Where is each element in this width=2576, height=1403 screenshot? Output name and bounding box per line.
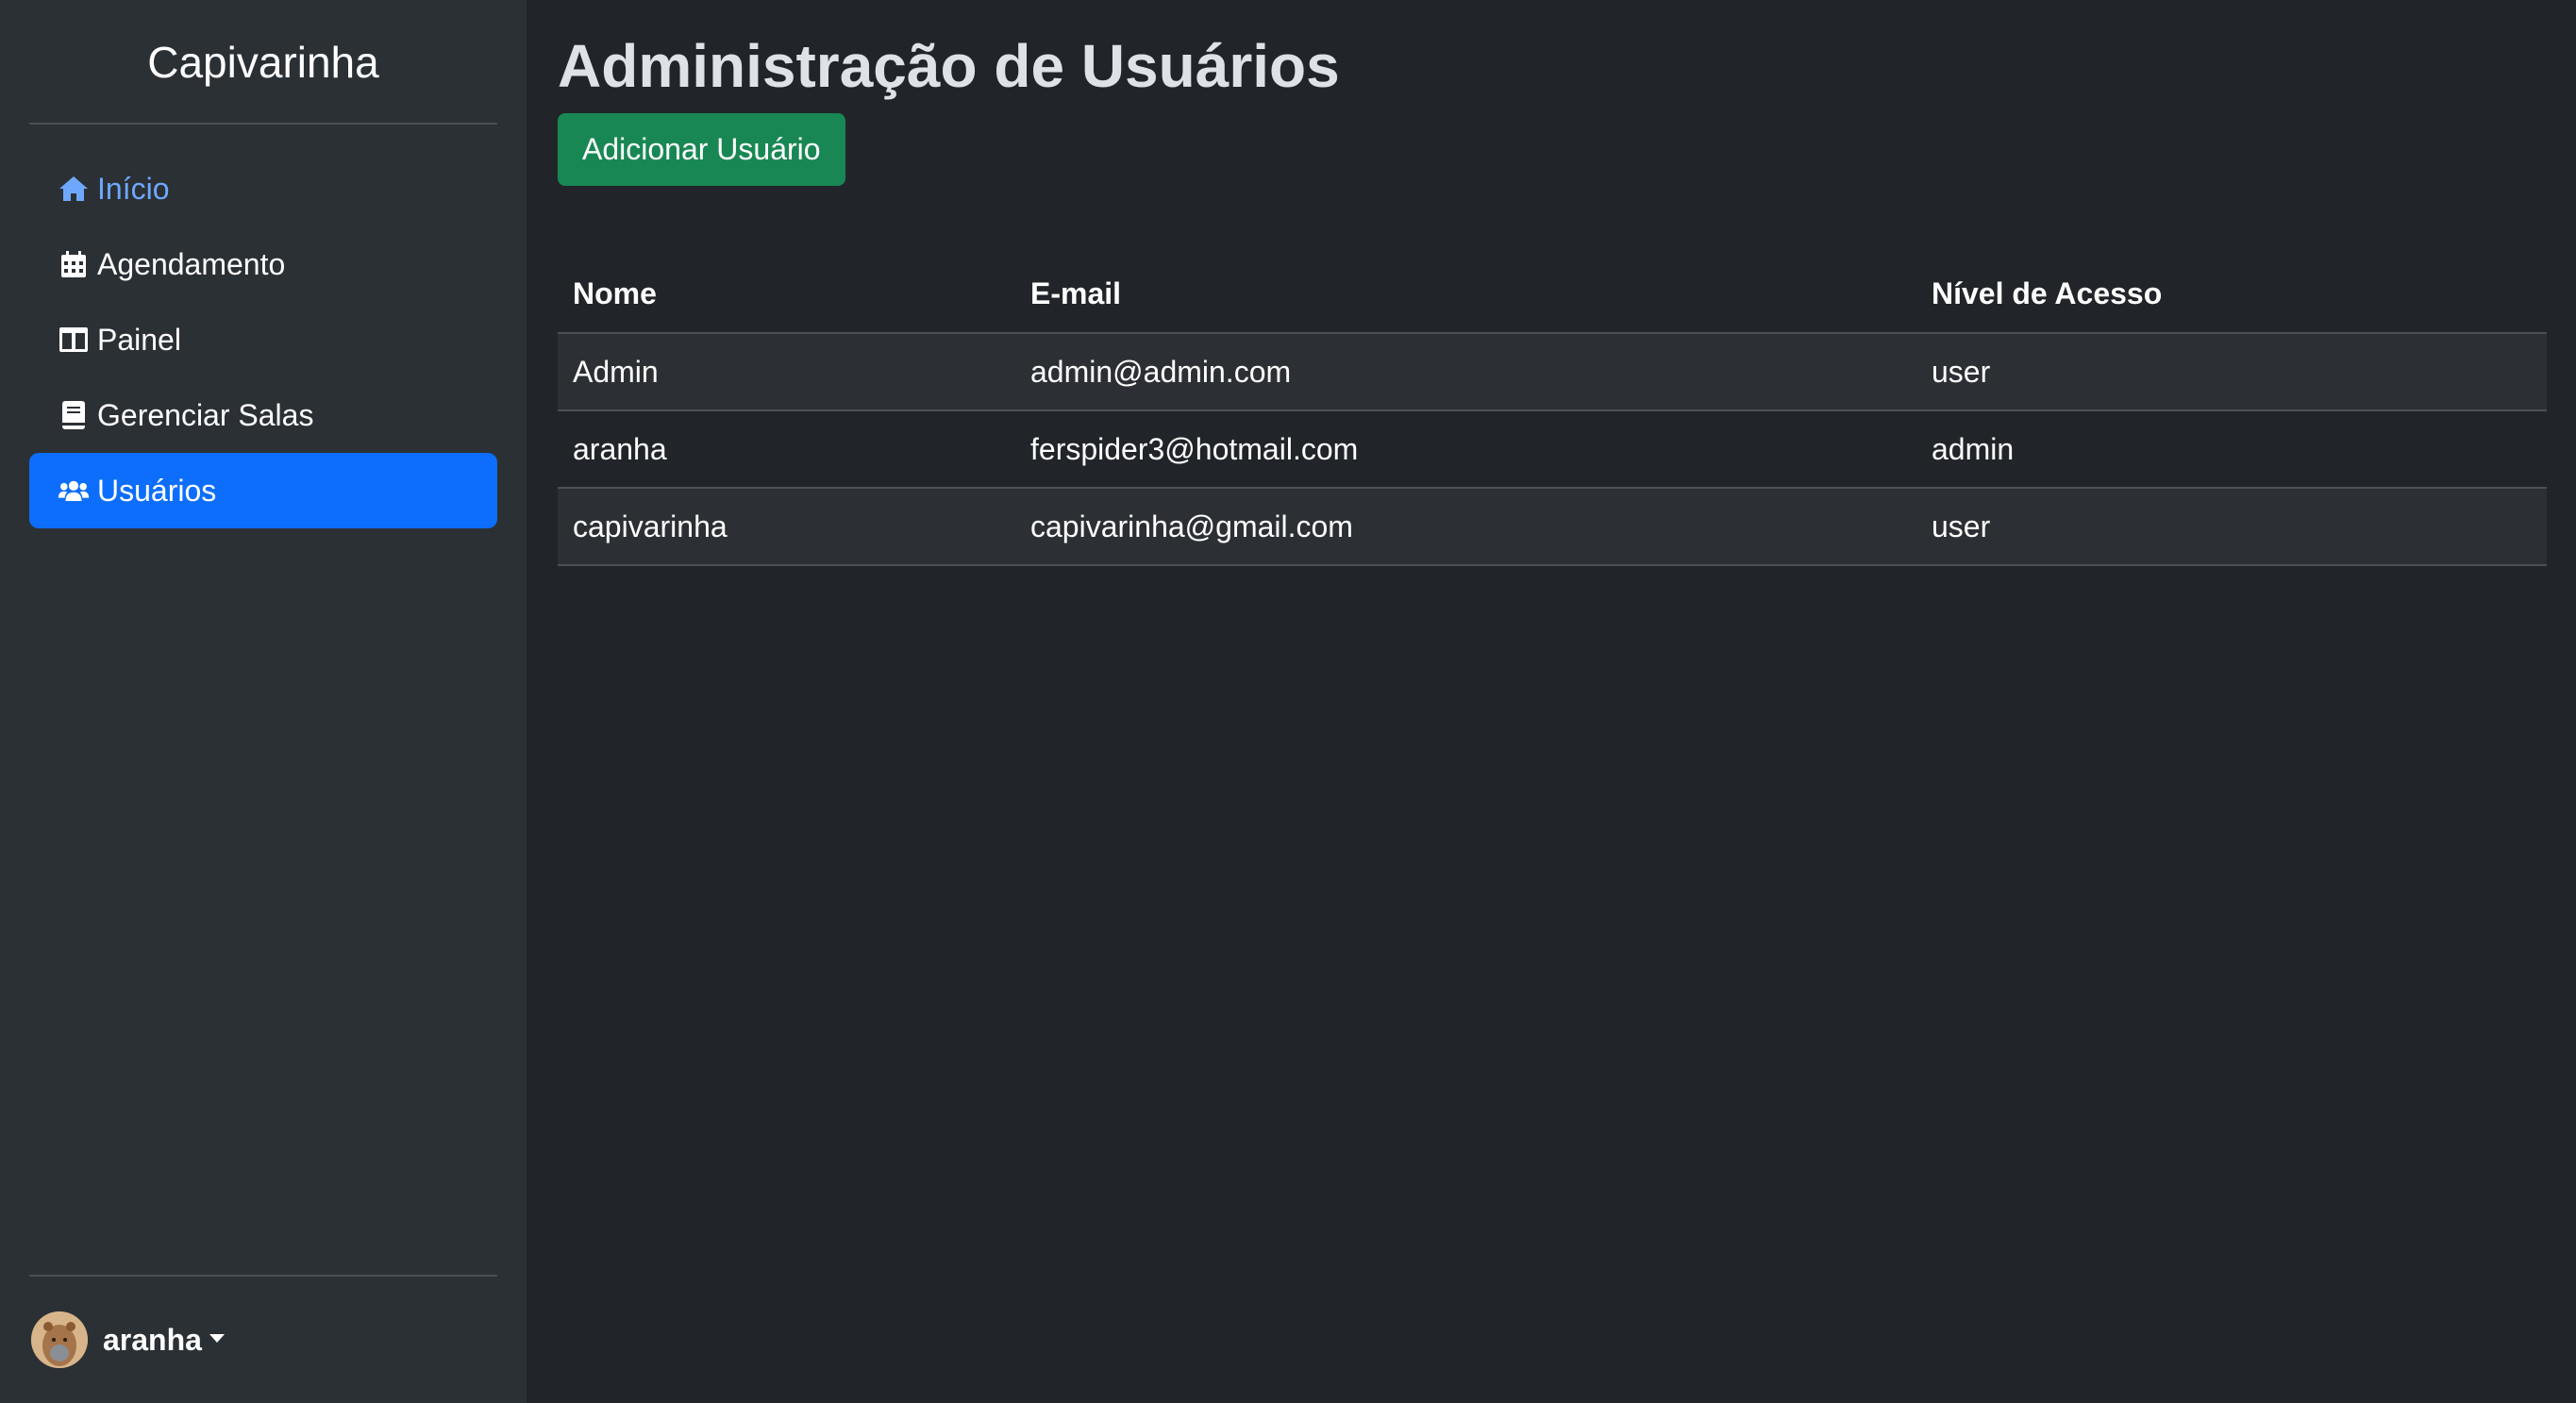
users-icon	[58, 475, 90, 507]
cell-nome: aranha	[558, 410, 1015, 489]
user-menu-dropdown[interactable]: aranha	[29, 1277, 497, 1403]
sidebar-divider	[29, 123, 497, 125]
table-row[interactable]: capivarinha capivarinha@gmail.com user	[558, 488, 2547, 566]
brand-title[interactable]: Capivarinha	[29, 0, 497, 123]
app: Capivarinha Início Agendamento Painel Ge…	[0, 0, 2576, 1403]
username: aranha	[103, 1322, 202, 1357]
users-table: Nome E-mail Nível de Acesso Admin admin@…	[558, 255, 2547, 566]
sidebar-footer: aranha	[29, 1275, 497, 1403]
table-header-row: Nome E-mail Nível de Acesso	[558, 255, 2547, 334]
page-title: Administração de Usuários	[558, 32, 1340, 100]
cell-nome: capivarinha	[558, 488, 1015, 566]
cell-email: capivarinha@gmail.com	[1015, 488, 1916, 566]
sidebar-item-inicio[interactable]: Início	[29, 151, 497, 226]
sidebar-item-label: Usuários	[97, 473, 217, 508]
sidebar-item-label: Início	[97, 171, 170, 206]
add-user-button[interactable]: Adicionar Usuário	[558, 113, 845, 186]
home-icon	[58, 173, 90, 205]
book-icon	[58, 399, 90, 431]
sidebar-item-painel[interactable]: Painel	[29, 302, 497, 377]
cell-nivel-acesso: user	[1916, 488, 2547, 566]
sidebar-item-label: Gerenciar Salas	[97, 397, 314, 432]
cell-nivel-acesso: user	[1916, 333, 2547, 411]
calendar-icon	[58, 248, 90, 280]
main-content: Administração de Usuários Adicionar Usuá…	[527, 0, 2576, 1403]
sidebar-item-usuarios[interactable]: Usuários	[29, 453, 497, 528]
cell-nome: Admin	[558, 333, 1015, 411]
columns-icon	[58, 324, 90, 356]
table-row[interactable]: Admin admin@admin.com user	[558, 333, 2547, 411]
sidebar-item-gerenciar-salas[interactable]: Gerenciar Salas	[29, 377, 497, 453]
column-header-nivel-acesso: Nível de Acesso	[1916, 255, 2547, 334]
cell-email: admin@admin.com	[1015, 333, 1916, 411]
column-header-email: E-mail	[1015, 255, 1916, 334]
cell-email: ferspider3@hotmail.com	[1015, 410, 1916, 489]
sidebar-item-label: Agendamento	[97, 246, 286, 281]
caret-down-icon	[209, 1333, 225, 1343]
sidebar-item-label: Painel	[97, 322, 181, 357]
cell-nivel-acesso: admin	[1916, 410, 2547, 489]
sidebar: Capivarinha Início Agendamento Painel Ge…	[0, 0, 527, 1403]
table-row[interactable]: aranha ferspider3@hotmail.com admin	[558, 410, 2547, 489]
avatar	[31, 1311, 88, 1368]
column-header-nome: Nome	[558, 255, 1015, 334]
sidebar-item-agendamento[interactable]: Agendamento	[29, 226, 497, 302]
sidebar-nav: Início Agendamento Painel Gerenciar Sala…	[29, 151, 497, 528]
